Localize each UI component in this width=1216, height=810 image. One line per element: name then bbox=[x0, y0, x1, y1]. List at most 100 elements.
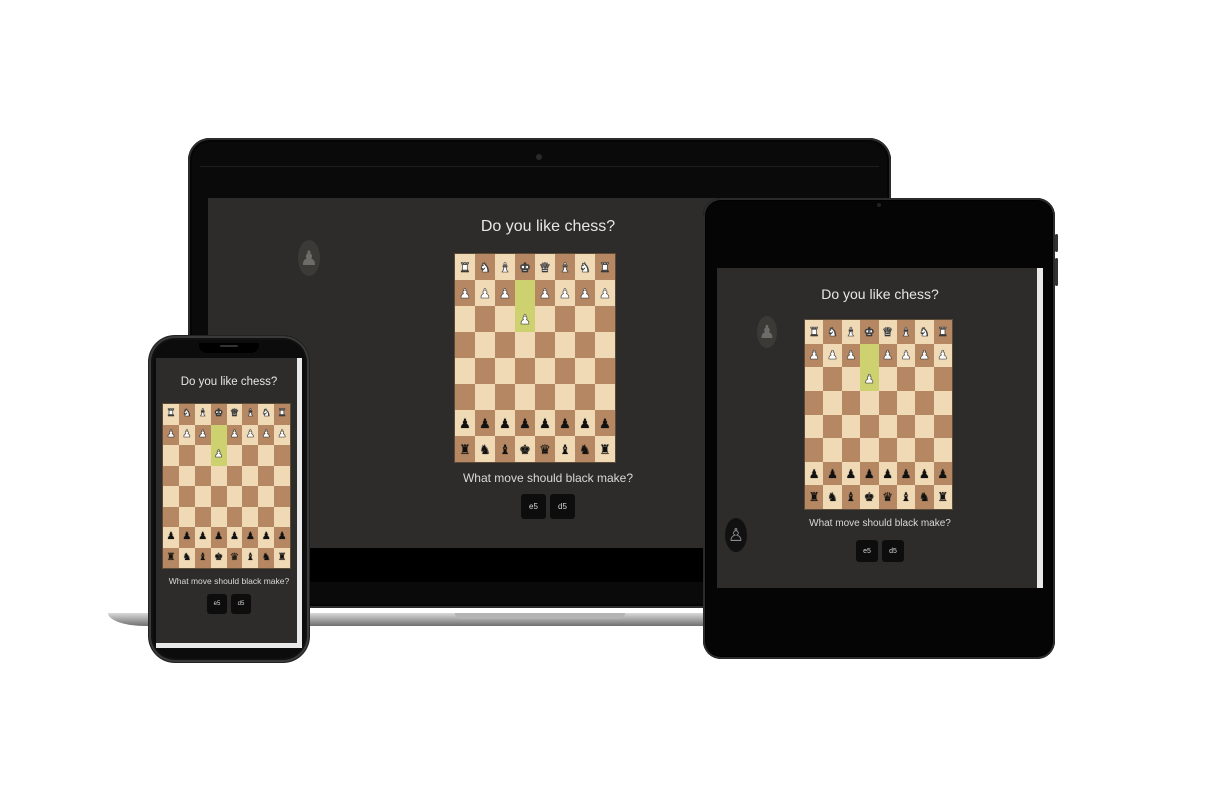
square-f3[interactable] bbox=[896, 367, 916, 391]
square-g4[interactable] bbox=[575, 332, 595, 358]
black-pawn-icon[interactable]: ♟ bbox=[919, 468, 930, 480]
black-knight-icon[interactable]: ♞ bbox=[262, 552, 271, 563]
square-f7[interactable]: ♟ bbox=[896, 461, 916, 486]
white-queen-icon[interactable]: ♛ bbox=[539, 260, 551, 274]
white-bishop-icon[interactable]: ♝ bbox=[198, 408, 208, 419]
square-c1[interactable]: ♝ bbox=[194, 404, 211, 425]
move-button-e5[interactable]: e5 bbox=[856, 540, 878, 562]
square-c3[interactable] bbox=[495, 306, 515, 332]
black-bishop-icon[interactable]: ♝ bbox=[499, 443, 511, 456]
square-a4[interactable] bbox=[163, 465, 179, 486]
black-pawn-icon[interactable]: ♟ bbox=[459, 417, 471, 430]
square-a7[interactable]: ♟ bbox=[455, 410, 475, 436]
square-c4[interactable] bbox=[841, 390, 861, 415]
square-h8[interactable]: ♜ bbox=[933, 485, 952, 509]
square-e7[interactable]: ♟ bbox=[535, 410, 555, 436]
square-a4[interactable] bbox=[805, 390, 824, 415]
white-king-icon[interactable]: ♚ bbox=[214, 408, 224, 419]
square-a8[interactable]: ♜ bbox=[455, 436, 475, 462]
black-knight-icon[interactable]: ♞ bbox=[579, 443, 591, 456]
black-pawn-icon[interactable]: ♟ bbox=[166, 532, 175, 542]
black-pawn-icon[interactable]: ♟ bbox=[827, 468, 838, 480]
square-g5[interactable] bbox=[915, 414, 934, 439]
square-b1[interactable]: ♞ bbox=[178, 404, 195, 425]
square-f8[interactable]: ♝ bbox=[555, 436, 575, 462]
square-d8[interactable]: ♚ bbox=[860, 485, 879, 509]
move-button-d5[interactable]: d5 bbox=[882, 540, 904, 562]
square-g6[interactable] bbox=[258, 506, 275, 527]
square-b3[interactable] bbox=[178, 445, 195, 466]
black-pawn-icon[interactable]: ♟ bbox=[864, 468, 875, 480]
square-a5[interactable] bbox=[805, 414, 824, 439]
square-g7[interactable]: ♟ bbox=[915, 461, 934, 486]
square-h4[interactable] bbox=[595, 332, 615, 358]
square-h3[interactable] bbox=[933, 367, 952, 391]
square-d1[interactable]: ♚ bbox=[210, 404, 227, 425]
black-bishop-icon[interactable]: ♝ bbox=[559, 443, 571, 456]
black-knight-icon[interactable]: ♞ bbox=[919, 491, 930, 503]
white-rook-icon[interactable]: ♜ bbox=[937, 326, 948, 339]
square-b7[interactable]: ♟ bbox=[475, 410, 495, 436]
square-h5[interactable] bbox=[595, 358, 615, 384]
move-button-d5[interactable]: d5 bbox=[231, 594, 251, 614]
square-g1[interactable]: ♞ bbox=[258, 404, 275, 425]
black-pawn-icon[interactable]: ♟ bbox=[479, 417, 491, 430]
square-f3[interactable] bbox=[555, 306, 575, 332]
square-a3[interactable] bbox=[805, 367, 824, 391]
square-b7[interactable]: ♟ bbox=[178, 527, 195, 548]
square-d7[interactable]: ♟ bbox=[515, 410, 535, 436]
square-g2[interactable]: ♟ bbox=[258, 424, 275, 445]
square-d5[interactable] bbox=[210, 486, 227, 507]
black-knight-icon[interactable]: ♞ bbox=[182, 552, 191, 563]
white-queen-icon[interactable]: ♛ bbox=[882, 326, 893, 339]
square-f3[interactable] bbox=[242, 445, 259, 466]
square-b1[interactable]: ♞ bbox=[475, 254, 495, 280]
square-h5[interactable] bbox=[274, 486, 290, 507]
square-d4[interactable] bbox=[860, 390, 879, 415]
square-e1[interactable]: ♛ bbox=[878, 320, 897, 344]
square-c5[interactable] bbox=[495, 358, 515, 384]
white-pawn-icon[interactable]: ♟ bbox=[579, 286, 591, 300]
square-d7[interactable]: ♟ bbox=[210, 527, 227, 548]
square-e7[interactable]: ♟ bbox=[226, 527, 243, 548]
white-rook-icon[interactable]: ♜ bbox=[599, 260, 611, 274]
white-bishop-icon[interactable]: ♝ bbox=[845, 326, 856, 339]
square-d6[interactable] bbox=[860, 438, 879, 462]
square-f5[interactable] bbox=[242, 486, 259, 507]
white-pawn-icon[interactable]: ♟ bbox=[599, 286, 611, 300]
square-f1[interactable]: ♝ bbox=[242, 404, 259, 425]
horizontal-scrollbar[interactable] bbox=[156, 643, 302, 648]
square-h4[interactable] bbox=[274, 465, 290, 486]
square-a7[interactable]: ♟ bbox=[163, 527, 179, 548]
square-g8[interactable]: ♞ bbox=[915, 485, 934, 509]
square-c2[interactable]: ♟ bbox=[841, 343, 861, 368]
square-a8[interactable]: ♜ bbox=[805, 485, 824, 509]
square-h8[interactable]: ♜ bbox=[595, 436, 615, 462]
black-knight-icon[interactable]: ♞ bbox=[827, 491, 838, 503]
square-c2[interactable]: ♟ bbox=[194, 424, 211, 445]
black-king-icon[interactable]: ♚ bbox=[864, 491, 875, 503]
square-a6[interactable] bbox=[455, 384, 475, 410]
square-g6[interactable] bbox=[575, 384, 595, 410]
square-d2[interactable] bbox=[860, 343, 879, 368]
black-pawn-icon[interactable]: ♟ bbox=[559, 417, 571, 430]
square-e3[interactable] bbox=[878, 367, 897, 391]
white-knight-icon[interactable]: ♞ bbox=[479, 260, 491, 274]
square-c6[interactable] bbox=[194, 506, 211, 527]
square-e2[interactable]: ♟ bbox=[878, 343, 897, 368]
square-e3[interactable] bbox=[226, 445, 243, 466]
white-pawn-icon[interactable]: ♟ bbox=[937, 349, 948, 362]
square-g5[interactable] bbox=[575, 358, 595, 384]
chess-board[interactable]: ♜ ♞ ♝ ♚ ♛ ♝ ♞ ♜ ♟ ♟ ♟ ♟ ♟ ♟ ♟ ♟ ♟ ♟ ♟ ♟ ♟ ♟ ♟ ♟ ♜ ♞ ♝ ♚ ♛ ♝ ♞ ♜ bbox=[805, 320, 952, 509]
black-pawn-icon[interactable]: ♟ bbox=[809, 468, 820, 480]
white-pawn-icon[interactable]: ♟ bbox=[214, 449, 224, 460]
white-pawn-icon[interactable]: ♟ bbox=[864, 373, 875, 386]
square-b2[interactable]: ♟ bbox=[178, 424, 195, 445]
black-queen-icon[interactable]: ♛ bbox=[882, 491, 893, 503]
square-g5[interactable] bbox=[258, 486, 275, 507]
move-button-e5[interactable]: e5 bbox=[521, 494, 546, 519]
white-bishop-icon[interactable]: ♝ bbox=[246, 408, 256, 419]
white-pawn-icon[interactable]: ♟ bbox=[166, 429, 176, 440]
black-pawn-icon[interactable]: ♟ bbox=[901, 468, 912, 480]
square-e8[interactable]: ♛ bbox=[535, 436, 555, 462]
